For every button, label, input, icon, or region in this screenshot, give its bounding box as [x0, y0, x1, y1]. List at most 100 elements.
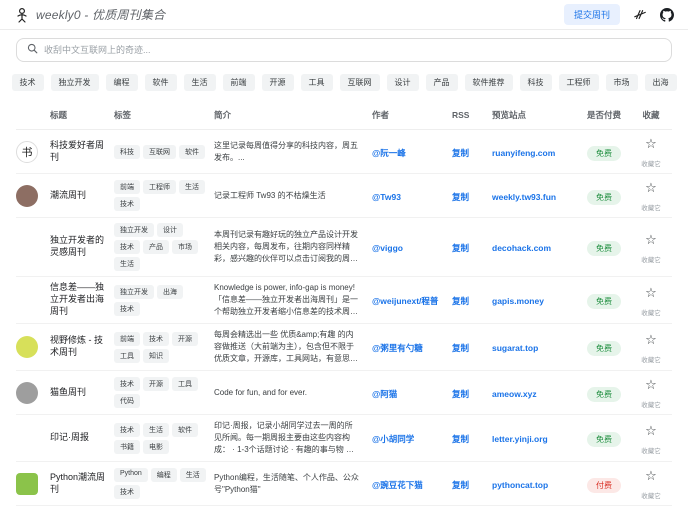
weekly-tag[interactable]: 生活: [143, 422, 169, 437]
favorite-label[interactable]: 收藏它: [630, 158, 672, 168]
site-link[interactable]: weekly.tw93.fun: [492, 192, 556, 202]
rss-copy-link[interactable]: 复制: [452, 343, 469, 353]
author-cell: @豌豆花下猫: [372, 475, 452, 493]
weekly-tag[interactable]: 出海: [157, 284, 183, 299]
weekly-tag[interactable]: 软件: [179, 144, 205, 159]
brand-slashes-icon[interactable]: [632, 7, 647, 22]
favorite-label[interactable]: 收藏它: [630, 254, 672, 264]
author-link[interactable]: @粥里有勺糖: [372, 343, 423, 353]
weekly-tag[interactable]: 生活: [179, 468, 206, 482]
weekly-tag[interactable]: 电影: [143, 439, 169, 454]
filter-tag[interactable]: 开源: [261, 74, 294, 91]
weekly-tag[interactable]: 独立开发: [114, 284, 154, 299]
author-link[interactable]: @阮一峰: [372, 148, 406, 158]
weekly-tag[interactable]: 知识: [143, 348, 169, 363]
weekly-tag[interactable]: 书籍: [114, 439, 140, 454]
weekly-tag[interactable]: 前端: [114, 331, 140, 346]
filter-tag[interactable]: 互联网: [339, 74, 380, 91]
favorite-label[interactable]: 收藏它: [630, 445, 672, 455]
weekly-tag[interactable]: 前端: [114, 180, 140, 194]
github-icon[interactable]: [659, 7, 674, 22]
favorite-label[interactable]: 收藏它: [630, 307, 672, 317]
filter-tag[interactable]: 独立开发: [50, 74, 99, 91]
star-icon[interactable]: ☆: [645, 181, 657, 194]
filter-tag[interactable]: 出海: [644, 74, 677, 91]
filter-tag[interactable]: 科技: [519, 74, 552, 91]
site-link[interactable]: letter.yinji.org: [492, 434, 548, 444]
weekly-tag[interactable]: 市场: [172, 240, 198, 254]
weekly-tag[interactable]: 编程: [150, 468, 177, 482]
filter-tag[interactable]: 生活: [183, 74, 216, 91]
weekly-tag[interactable]: 独立开发: [114, 223, 154, 237]
star-icon[interactable]: ☆: [645, 286, 657, 299]
filter-tag[interactable]: 编程: [105, 74, 138, 91]
column-header: 作者: [372, 110, 390, 120]
star-icon[interactable]: ☆: [645, 233, 657, 246]
filter-tag[interactable]: 工程师: [558, 74, 599, 91]
weekly-tag[interactable]: 工具: [114, 348, 140, 363]
star-icon[interactable]: ☆: [645, 333, 657, 346]
star-icon[interactable]: ☆: [645, 424, 657, 437]
favorite-label[interactable]: 收藏它: [630, 202, 672, 212]
weekly-tag[interactable]: 代码: [114, 394, 140, 408]
rss-copy-link[interactable]: 复制: [452, 192, 469, 202]
weekly-tag[interactable]: 技术: [114, 197, 140, 211]
weekly-tag[interactable]: 工程师: [143, 180, 176, 194]
author-link[interactable]: @阿猫: [372, 389, 397, 399]
filter-tag[interactable]: 设计: [386, 74, 419, 91]
weekly-tag[interactable]: 工具: [172, 377, 198, 391]
author-link[interactable]: @weijunext/程普: [372, 296, 438, 306]
filter-tag[interactable]: 前端: [222, 74, 255, 91]
star-icon[interactable]: ☆: [645, 137, 657, 150]
author-link[interactable]: @豌豆花下猫: [372, 480, 423, 490]
star-icon[interactable]: ☆: [645, 378, 657, 391]
weekly-title: 潮流周刊: [50, 189, 87, 200]
weekly-tag[interactable]: 技术: [114, 240, 140, 254]
weekly-tag[interactable]: 技术: [143, 331, 169, 346]
weekly-tag[interactable]: 设计: [157, 223, 183, 237]
paid-cell: 付费: [578, 475, 630, 493]
weekly-tag[interactable]: 科技: [114, 144, 140, 159]
author-link[interactable]: @小胡同学: [372, 434, 414, 444]
site-link[interactable]: pythoncat.top: [492, 480, 548, 490]
rss-copy-link[interactable]: 复制: [452, 434, 469, 444]
weekly-tag[interactable]: 互联网: [143, 144, 176, 159]
submit-weekly-button[interactable]: 提交周刊: [563, 4, 620, 25]
filter-tag[interactable]: 工具: [300, 74, 333, 91]
filter-tag[interactable]: 软件: [144, 74, 177, 91]
rss-copy-link[interactable]: 复制: [452, 243, 469, 253]
weekly-tag[interactable]: 开源: [172, 331, 198, 346]
paid-cell: 免费: [578, 429, 630, 447]
rss-copy-link[interactable]: 复制: [452, 296, 469, 306]
site-link[interactable]: sugarat.top: [492, 343, 538, 353]
favorite-label[interactable]: 收藏它: [630, 399, 672, 409]
favorite-label[interactable]: 收藏它: [630, 490, 672, 500]
weekly-tag[interactable]: 开源: [143, 377, 169, 391]
site-link[interactable]: ruanyifeng.com: [492, 148, 555, 158]
filter-tag[interactable]: 市场: [605, 74, 638, 91]
weekly-tag[interactable]: 技术: [114, 485, 140, 499]
star-icon[interactable]: ☆: [645, 469, 657, 482]
weekly-tag[interactable]: Python: [114, 468, 148, 482]
favorite-label[interactable]: 收藏它: [630, 354, 672, 364]
weekly-tag[interactable]: 产品: [143, 240, 169, 254]
weekly-tag[interactable]: 技术: [114, 301, 140, 316]
search-box[interactable]: [16, 38, 672, 62]
rss-copy-link[interactable]: 复制: [452, 148, 469, 158]
weekly-tag[interactable]: 技术: [114, 422, 140, 437]
author-link[interactable]: @Tw93: [372, 192, 401, 202]
weekly-tag[interactable]: 技术: [114, 377, 140, 391]
site-link[interactable]: ameow.xyz: [492, 389, 537, 399]
site-link[interactable]: gapis.money: [492, 296, 544, 306]
weekly-tag[interactable]: 生活: [179, 180, 205, 194]
filter-tag[interactable]: 产品: [425, 74, 458, 91]
filter-tag[interactable]: 技术: [11, 74, 44, 91]
rss-copy-link[interactable]: 复制: [452, 480, 469, 490]
weekly-tag[interactable]: 软件: [172, 422, 198, 437]
weekly-tag[interactable]: 生活: [114, 257, 140, 271]
site-link[interactable]: decohack.com: [492, 243, 551, 253]
filter-tag[interactable]: 软件推荐: [464, 74, 513, 91]
rss-copy-link[interactable]: 复制: [452, 389, 469, 399]
author-link[interactable]: @viggo: [372, 243, 403, 253]
search-input[interactable]: [44, 45, 661, 55]
